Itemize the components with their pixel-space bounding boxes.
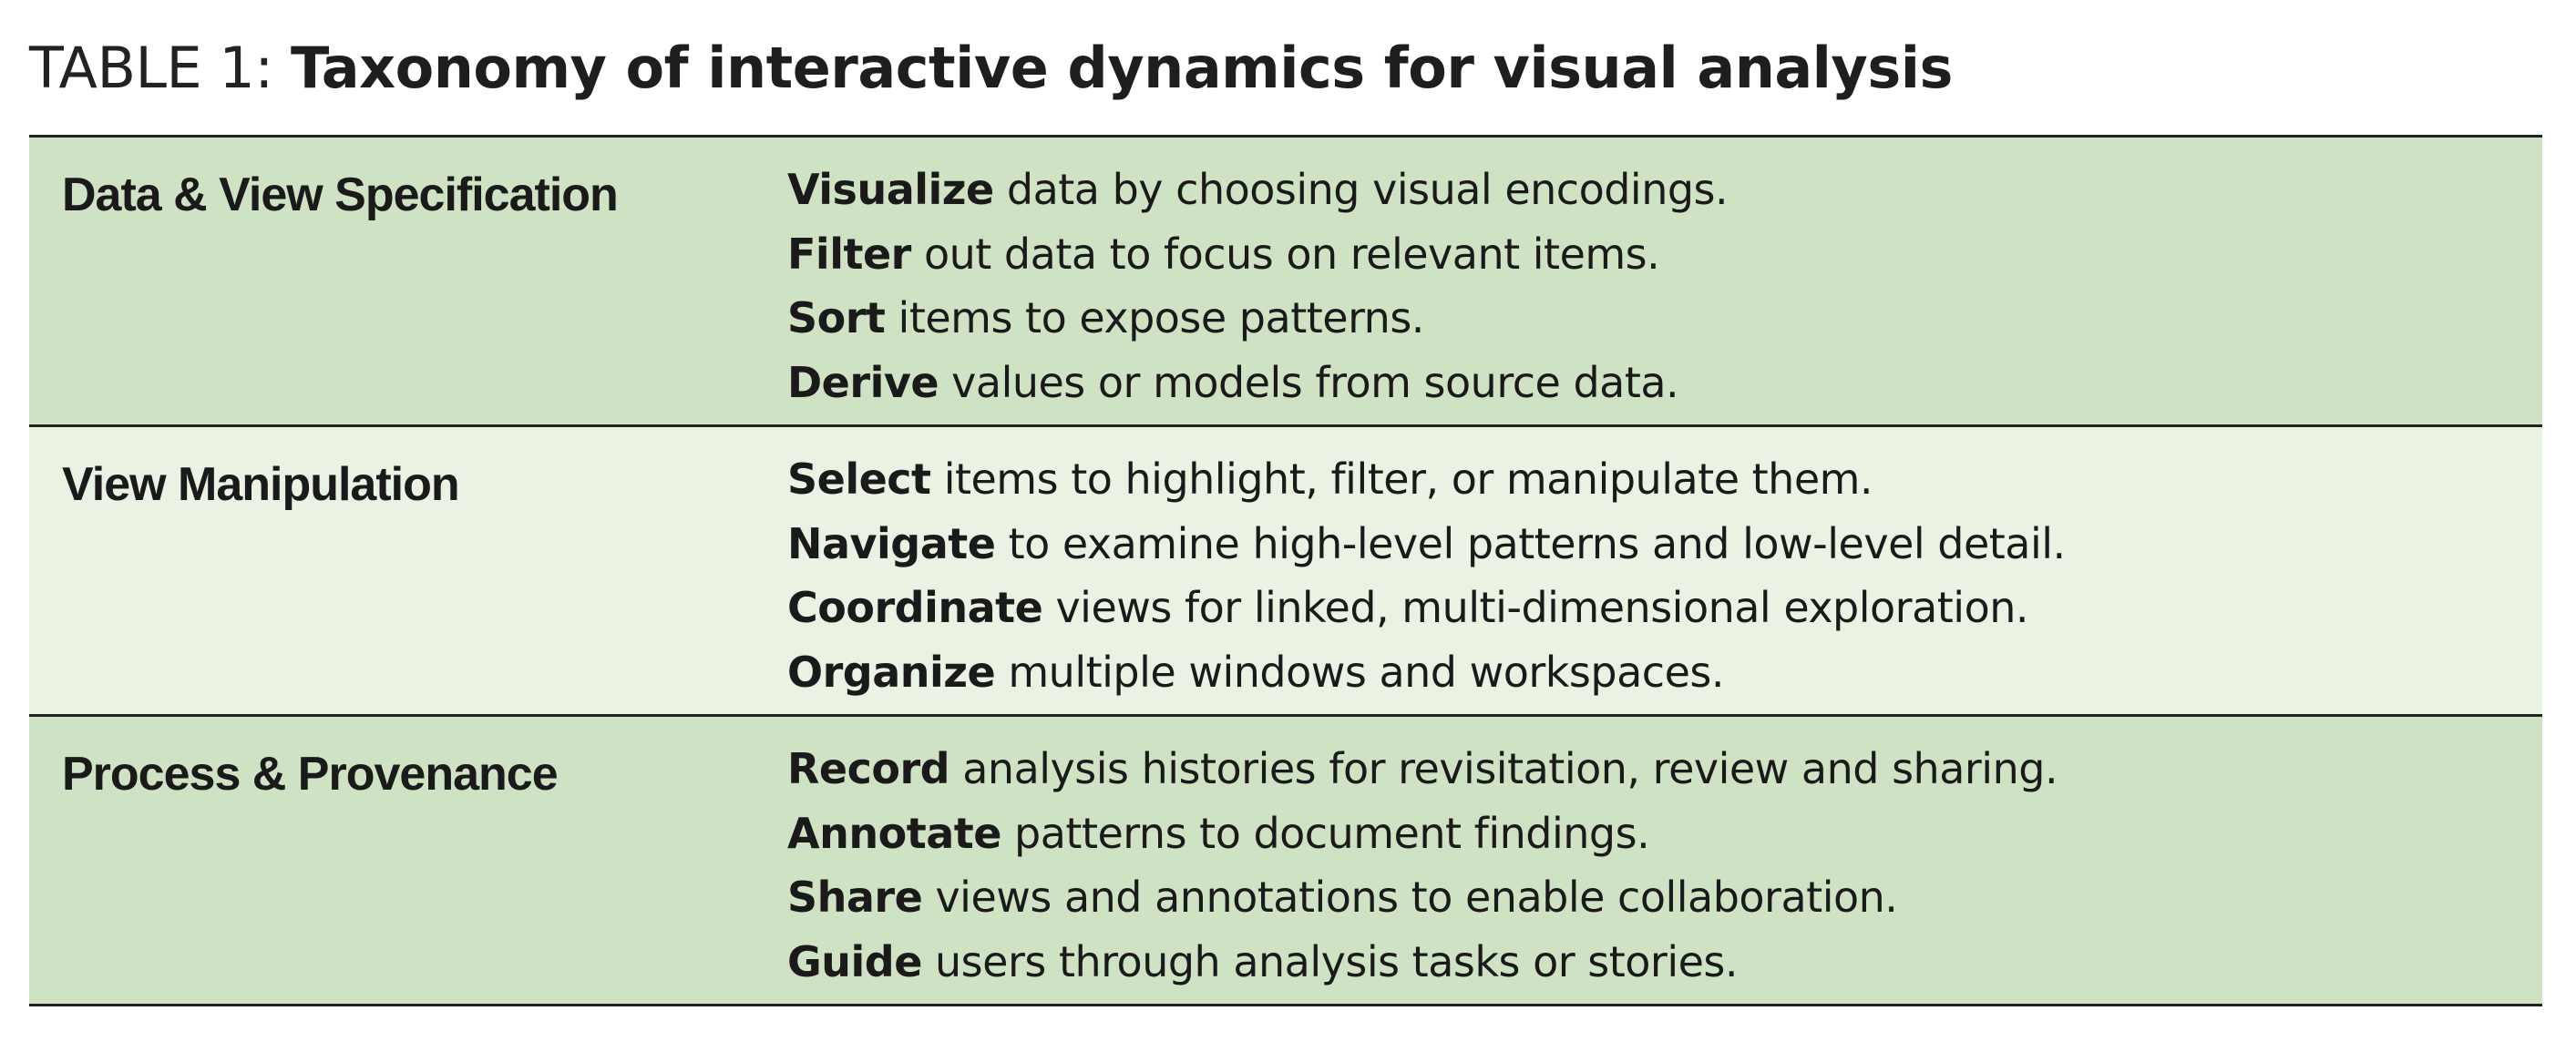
- table-caption: TABLE 1: Taxonomy of interactive dynamic…: [29, 27, 1953, 109]
- action-item: Navigate to examine high-level patterns …: [787, 512, 2066, 577]
- action-description: patterns to document findings.: [1014, 808, 1650, 858]
- action-item: Record analysis histories for revisitati…: [787, 737, 2058, 802]
- category-label: Process & Provenance: [62, 748, 559, 801]
- action-verb: Coordinate: [787, 583, 1043, 632]
- table-title: Taxonomy of interactive dynamics for vis…: [290, 35, 1953, 101]
- action-description: data by choosing visual encodings.: [1006, 165, 1729, 214]
- action-item: Organize multiple windows and workspaces…: [787, 640, 2066, 705]
- action-verb: Guide: [787, 936, 922, 986]
- action-item: Share views and annotations to enable co…: [787, 865, 2058, 930]
- action-description: views for linked, multi-dimensional expl…: [1055, 583, 2029, 632]
- action-verb: Annotate: [787, 808, 1001, 858]
- action-item: Guide users through analysis tasks or st…: [787, 930, 2058, 995]
- action-item: Select items to highlight, filter, or ma…: [787, 447, 2066, 512]
- action-item: Derive values or models from source data…: [787, 351, 1728, 415]
- action-verb: Select: [787, 454, 931, 504]
- action-description: items to expose patterns.: [898, 293, 1425, 342]
- action-description: to examine high-level patterns and low-l…: [1008, 518, 2067, 568]
- action-description: values or models from source data.: [951, 357, 1679, 407]
- action-verb: Filter: [787, 229, 911, 279]
- table-row-process-provenance: Process & Provenance Record analysis his…: [29, 717, 2542, 1006]
- action-item: Annotate patterns to document findings.: [787, 802, 2058, 866]
- action-verb: Organize: [787, 647, 996, 697]
- action-description: analysis histories for revisitation, rev…: [962, 744, 2058, 793]
- table-row-view-manipulation: View Manipulation Select items to highli…: [29, 427, 2542, 717]
- action-item: Filter out data to focus on relevant ite…: [787, 222, 1728, 287]
- action-item: Sort items to expose patterns.: [787, 286, 1728, 351]
- category-label: Data & View Specification: [62, 168, 619, 221]
- action-verb: Record: [787, 744, 950, 793]
- action-description: multiple windows and workspaces.: [1008, 647, 1724, 697]
- action-verb: Sort: [787, 293, 886, 342]
- action-verb: Share: [787, 873, 923, 922]
- action-description: items to highlight, filter, or manipulat…: [943, 454, 1873, 504]
- action-verb: Visualize: [787, 165, 994, 214]
- action-list: Select items to highlight, filter, or ma…: [787, 447, 2066, 704]
- category-label: View Manipulation: [62, 458, 460, 511]
- action-item: Coordinate views for linked, multi-dimen…: [787, 576, 2066, 640]
- taxonomy-table: Data & View Specification Visualize data…: [29, 135, 2542, 1006]
- action-description: users through analysis tasks or stories.: [935, 936, 1739, 986]
- action-item: Visualize data by choosing visual encodi…: [787, 158, 1729, 222]
- action-list: Record analysis histories for revisitati…: [787, 737, 2058, 994]
- action-description: views and annotations to enable collabor…: [935, 873, 1898, 922]
- action-verb: Derive: [787, 357, 939, 407]
- action-list: Visualize data by choosing visual encodi…: [787, 158, 1729, 415]
- table-number-label: TABLE 1:: [29, 35, 273, 101]
- action-verb: Navigate: [787, 518, 996, 568]
- action-description: out data to focus on relevant items.: [923, 229, 1660, 279]
- table-row-data-view-specification: Data & View Specification Visualize data…: [29, 138, 2542, 427]
